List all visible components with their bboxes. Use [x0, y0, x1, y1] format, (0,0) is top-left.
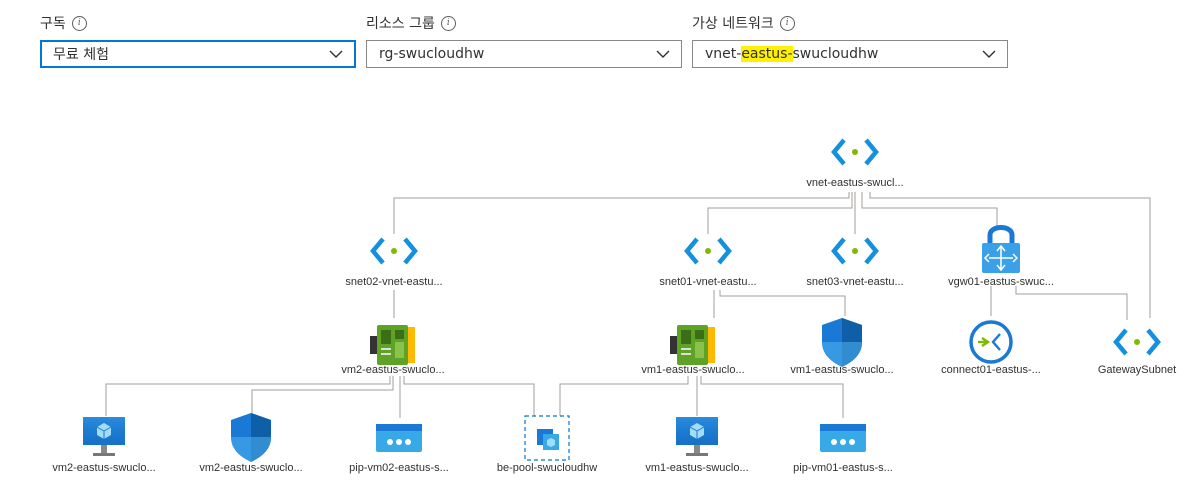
nsg2-node[interactable]: vm2-eastus-swuclo...: [199, 413, 303, 474]
pip1-node[interactable]: pip-vm01-eastus-s...: [793, 424, 893, 474]
node-label: GatewaySubnet: [1098, 364, 1176, 376]
snet02-node[interactable]: snet02-vnet-eastu...: [345, 239, 443, 288]
vpn-gateway-icon: [982, 228, 1020, 274]
node-label: vm2-eastus-swuclo...: [52, 462, 155, 474]
vnet-icon: [834, 140, 876, 164]
subnet-icon: [1116, 330, 1158, 354]
node-label: vm2-eastus-swuclo...: [199, 462, 302, 474]
topology-diagram: vnet-eastus-swucl... snet02-vnet-eastu..…: [52, 0, 1176, 474]
node-label: snet03-vnet-eastu...: [806, 276, 903, 288]
nic-icon: [670, 325, 715, 365]
chevron-down-icon: [329, 50, 343, 58]
info-icon[interactable]: i: [779, 15, 795, 31]
virtual-network-select[interactable]: vnet-eastus-swucloudhw: [692, 40, 1008, 68]
node-label: vm1-eastus-swuclo...: [790, 364, 893, 376]
vm2-node[interactable]: vm2-eastus-swuclo...: [52, 416, 156, 474]
connector-lines: [105, 192, 1151, 418]
resource-group-value: rg-swucloudhw: [379, 46, 485, 62]
backend-pool-icon: [537, 429, 559, 450]
nsg1-node[interactable]: vm1-eastus-swuclo...: [790, 318, 894, 376]
chevron-down-icon: [982, 50, 996, 58]
nic2-node[interactable]: vm2-eastus-swuclo...: [341, 325, 445, 376]
node-label: vm1-eastus-swuclo...: [641, 364, 744, 376]
resource-group-label: 리소스 그룹: [366, 16, 435, 32]
nsg-icon: [231, 413, 271, 462]
node-label: be-pool-swucloudhw: [497, 462, 597, 474]
subnet-icon: [687, 239, 729, 263]
vnet-node[interactable]: vnet-eastus-swucl...: [806, 140, 904, 189]
node-label: pip-vm02-eastus-s...: [349, 462, 449, 474]
subscription-label: 구독: [40, 16, 66, 32]
vm1-node[interactable]: vm1-eastus-swuclo...: [645, 416, 749, 474]
info-icon[interactable]: i: [440, 15, 456, 31]
subnet-icon: [373, 239, 415, 263]
snet01-node[interactable]: snet01-vnet-eastu...: [659, 239, 757, 288]
vm-icon: [82, 416, 126, 457]
nic1-node[interactable]: vm1-eastus-swuclo...: [641, 325, 745, 376]
info-icon[interactable]: i: [71, 15, 87, 31]
subnet-icon: [834, 239, 876, 263]
node-label: connect01-eastus-...: [941, 364, 1041, 376]
vm-icon: [675, 416, 719, 457]
nsg-icon: [822, 318, 862, 367]
subscription-field: 구독 i 무료 체험: [40, 12, 356, 68]
bepool-node[interactable]: be-pool-swucloudhw: [497, 415, 597, 474]
subscription-value: 무료 체험: [53, 47, 109, 63]
virtual-network-label: 가상 네트워크: [692, 16, 774, 32]
resource-group-field: 리소스 그룹 i rg-swucloudhw: [366, 12, 682, 68]
virtual-network-field: 가상 네트워크 i vnet-eastus-swucloudhw: [692, 12, 1008, 68]
gatewaysubnet-node[interactable]: GatewaySubnet: [1098, 330, 1176, 376]
connection-icon: [969, 320, 1013, 364]
resource-group-select[interactable]: rg-swucloudhw: [366, 40, 682, 68]
connect01-node[interactable]: connect01-eastus-...: [941, 320, 1041, 376]
subscription-select[interactable]: 무료 체험: [40, 40, 356, 68]
chevron-down-icon: [656, 50, 670, 58]
virtual-network-value: vnet-eastus-swucloudhw: [705, 46, 879, 62]
search-highlight: eastus-: [741, 46, 793, 62]
node-label: pip-vm01-eastus-s...: [793, 462, 893, 474]
node-label: vgw01-eastus-swuc...: [948, 276, 1054, 288]
vgw01-node[interactable]: vgw01-eastus-swuc...: [948, 228, 1054, 289]
nic-icon: [370, 325, 415, 365]
snet03-node[interactable]: snet03-vnet-eastu...: [806, 239, 904, 288]
node-label: vnet-eastus-swucl...: [806, 177, 903, 189]
public-ip-icon: [820, 424, 866, 452]
pip2-node[interactable]: pip-vm02-eastus-s...: [349, 424, 449, 474]
node-label: vm2-eastus-swuclo...: [341, 364, 444, 376]
node-label: snet01-vnet-eastu...: [659, 276, 756, 288]
node-label: snet02-vnet-eastu...: [345, 276, 442, 288]
public-ip-icon: [376, 424, 422, 452]
node-label: vm1-eastus-swuclo...: [645, 462, 748, 474]
